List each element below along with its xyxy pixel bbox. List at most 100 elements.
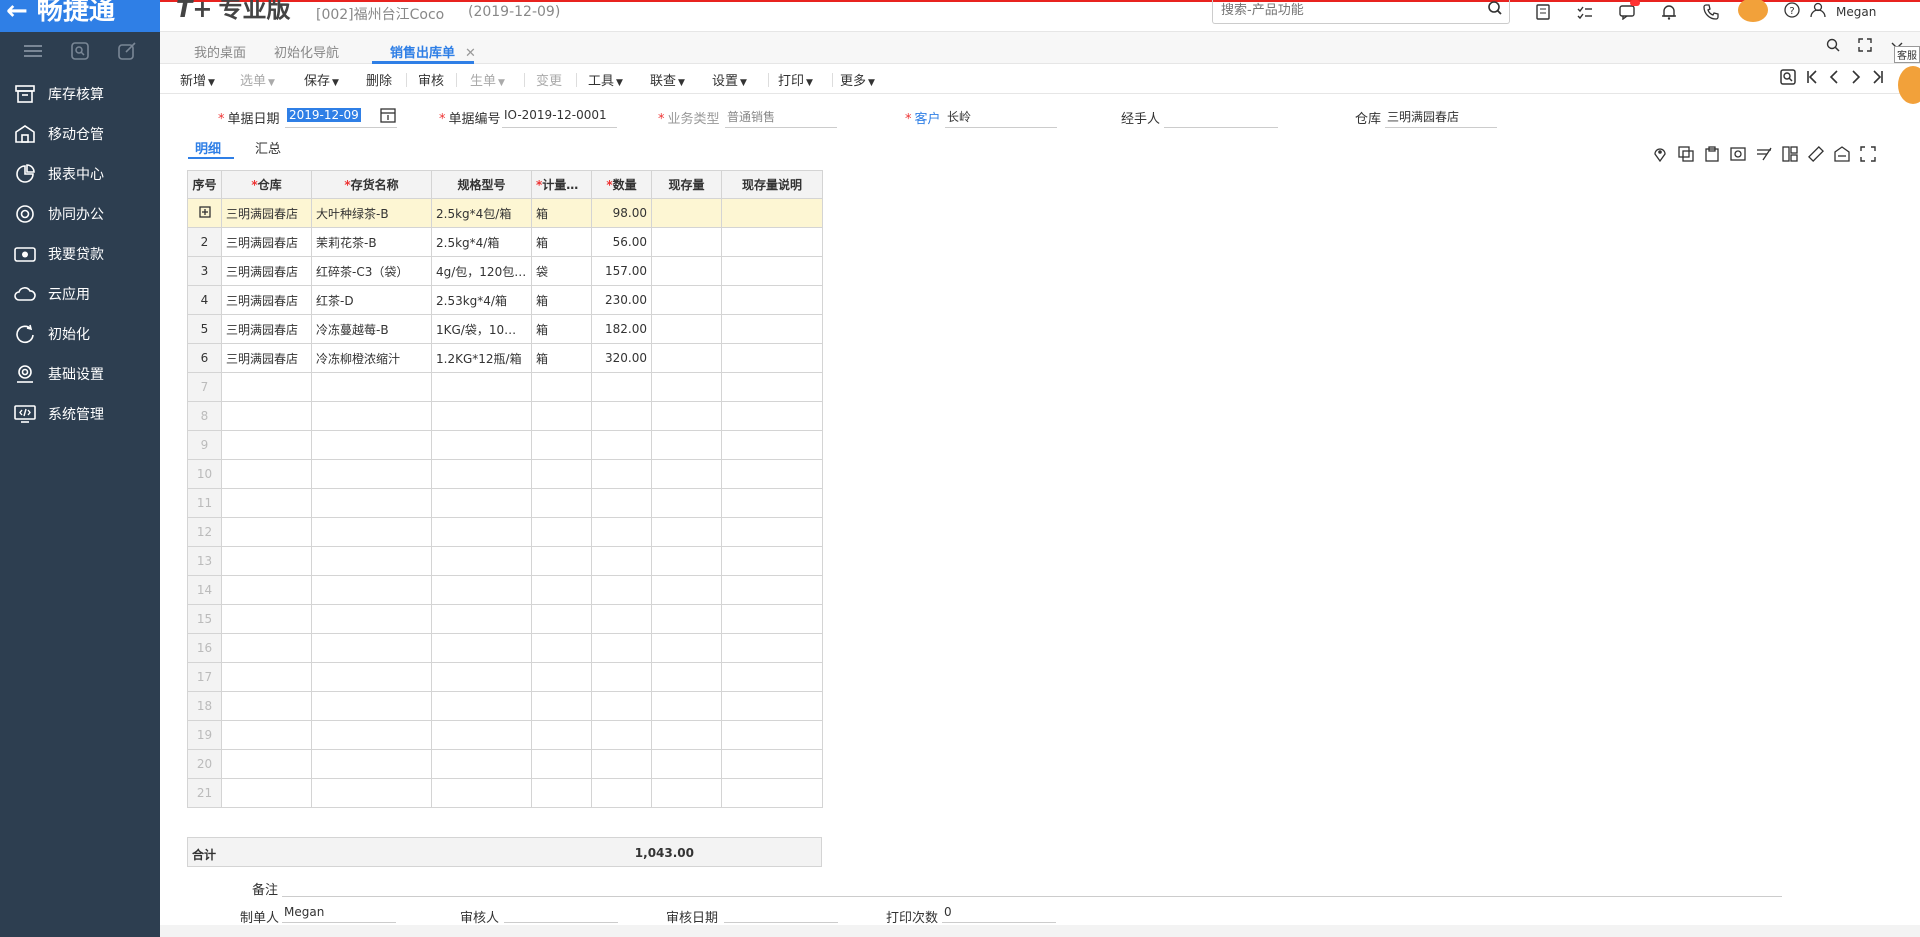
grid-cell[interactable] (431, 633, 532, 663)
grid-cell[interactable] (531, 691, 592, 721)
query-button[interactable]: 联查 ▼ (650, 70, 685, 89)
remark-field[interactable] (282, 879, 1782, 897)
grid-cell[interactable] (221, 691, 312, 721)
app-logo[interactable]: ← 畅捷通 (0, 0, 160, 34)
grid-cell[interactable] (221, 517, 312, 547)
grid-cell[interactable] (721, 430, 823, 460)
table-row[interactable]: 18 (187, 691, 823, 721)
table-row[interactable]: 9 (187, 430, 823, 460)
grid-cell[interactable] (531, 633, 592, 663)
cell-unit[interactable]: 箱 (531, 285, 592, 315)
message-icon[interactable] (1606, 0, 1648, 22)
mascot-icon[interactable] (1738, 0, 1768, 22)
more-button[interactable]: 更多 ▼ (840, 70, 875, 89)
grid-cell[interactable] (531, 604, 592, 634)
grid-cell[interactable] (591, 575, 652, 605)
col-stock[interactable]: 现存量 (651, 170, 722, 199)
grid-cell[interactable] (651, 633, 722, 663)
cell-spec[interactable]: 2.5kg*4包/箱 (431, 198, 532, 228)
tab-summary[interactable]: 汇总 (255, 138, 281, 157)
cell-spec[interactable]: 2.53kg*4/箱 (431, 285, 532, 315)
grid-cell[interactable] (221, 459, 312, 489)
grid-cell[interactable] (221, 430, 312, 460)
paste-row-icon[interactable] (1704, 146, 1720, 166)
col-unit[interactable]: *计量单位 (531, 170, 592, 199)
grid-cell[interactable] (221, 488, 312, 518)
sidebar-item-init[interactable]: 初始化 (0, 314, 160, 354)
columns-icon[interactable] (1782, 146, 1798, 166)
grid-cell[interactable] (721, 778, 823, 808)
todo-icon[interactable] (1564, 2, 1606, 22)
cell-name[interactable]: 大叶种绿茶-B (311, 198, 432, 228)
cell-seq[interactable]: 4 (187, 285, 222, 315)
grid-cell[interactable] (221, 720, 312, 750)
cell-qty[interactable]: 320.00 (591, 343, 652, 373)
grid-cell[interactable] (221, 662, 312, 692)
grid-cell[interactable] (531, 372, 592, 402)
cell-warehouse[interactable]: 三明满园春店 (221, 343, 312, 373)
cell-stock[interactable] (651, 198, 722, 228)
grid-cell[interactable] (311, 749, 432, 779)
select-button[interactable]: 选单 ▼ (240, 70, 275, 89)
col-warehouse[interactable]: *仓库 (221, 170, 312, 199)
table-row[interactable]: 8 (187, 401, 823, 431)
grid-cell[interactable] (721, 604, 823, 634)
grid-cell[interactable] (431, 662, 532, 692)
warehouse-field[interactable]: 三明满园春店 (1385, 108, 1497, 128)
grid-cell[interactable] (431, 488, 532, 518)
grid-cell[interactable] (221, 633, 312, 663)
table-row[interactable]: 15 (187, 604, 823, 634)
grid-cell[interactable] (311, 517, 432, 547)
grid-cell[interactable] (431, 546, 532, 576)
search-icon[interactable] (1487, 0, 1503, 22)
grid-cell[interactable] (221, 401, 312, 431)
phone-icon[interactable] (1690, 2, 1732, 22)
cell-spec[interactable]: 1.2KG*12瓶/箱 (431, 343, 532, 373)
cell-spec[interactable]: 2.5kg*4/箱 (431, 227, 532, 257)
grid-cell[interactable] (431, 430, 532, 460)
grid-cell[interactable] (591, 691, 652, 721)
grid-cell[interactable] (651, 372, 722, 402)
search-input[interactable] (1221, 0, 1481, 20)
cell-stock-note[interactable] (721, 343, 823, 373)
batch-icon[interactable] (1730, 146, 1746, 166)
grid-cell[interactable] (311, 720, 432, 750)
cell-stock-note[interactable] (721, 314, 823, 344)
col-qty[interactable]: *数量 (591, 170, 652, 199)
cell-stock[interactable] (651, 256, 722, 286)
col-name[interactable]: *存货名称 (311, 170, 432, 199)
table-row[interactable]: 13 (187, 546, 823, 576)
locate-icon[interactable] (1780, 69, 1796, 89)
copy-row-icon[interactable] (1678, 146, 1694, 166)
user-name[interactable]: Megan (1836, 5, 1876, 19)
sidebar-item-system[interactable]: 系统管理 (0, 394, 160, 434)
grid-cell[interactable] (311, 575, 432, 605)
settings-button[interactable]: 设置 ▼ (712, 70, 747, 89)
calculator-icon[interactable] (1522, 2, 1564, 22)
grid-cell[interactable] (311, 488, 432, 518)
grid-cell[interactable] (721, 662, 823, 692)
grid-cell[interactable] (651, 778, 722, 808)
customer-field[interactable]: 长岭 (945, 108, 1057, 128)
cell-stock-note[interactable] (721, 256, 823, 286)
grid-cell[interactable] (591, 662, 652, 692)
col-spec[interactable]: 规格型号 (431, 170, 532, 199)
grid-cell[interactable] (531, 662, 592, 692)
user-icon[interactable] (1810, 2, 1826, 21)
col-stock-note[interactable]: 现存量说明 (721, 170, 823, 199)
cell-unit[interactable]: 箱 (531, 314, 592, 344)
customer-service-button[interactable]: 客服 (1894, 46, 1920, 63)
next-record-icon[interactable] (1850, 69, 1862, 89)
cell-warehouse[interactable]: 三明满园春店 (221, 227, 312, 257)
table-row[interactable]: 21 (187, 778, 823, 808)
table-row[interactable]: 20 (187, 749, 823, 779)
sidebar-item-settings[interactable]: 基础设置 (0, 354, 160, 394)
search-menu-icon[interactable] (71, 42, 89, 64)
grid-cell[interactable] (431, 749, 532, 779)
table-row[interactable]: 12 (187, 517, 823, 547)
table-row[interactable]: 11 (187, 488, 823, 518)
grid-cell[interactable] (721, 749, 823, 779)
cell-stock[interactable] (651, 314, 722, 344)
cell-seq[interactable]: 6 (187, 343, 222, 373)
grid-cell[interactable] (531, 720, 592, 750)
